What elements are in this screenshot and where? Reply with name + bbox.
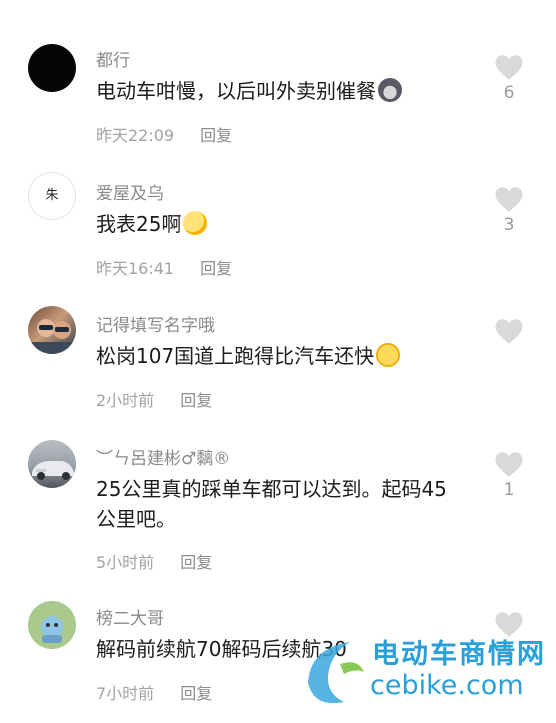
comment-text: 我表25啊: [96, 209, 496, 239]
avatar[interactable]: 朱: [28, 172, 76, 220]
like-count: 3: [503, 215, 515, 235]
watermark-chinese: 电动车商情网: [372, 639, 546, 670]
comment-text: 松岗107国道上跑得比汽车还快: [96, 341, 496, 371]
watermark-domain: cebike.com: [370, 670, 524, 701]
avatar-photo: [28, 319, 76, 354]
comment-time: 5小时前: [96, 553, 155, 572]
heart-icon: [495, 452, 523, 477]
avatar-text: 朱: [45, 188, 59, 203]
comment-username[interactable]: 都行: [96, 46, 130, 71]
like-button[interactable]: 3: [494, 186, 524, 235]
comment-text: 电动车咁慢，以后叫外卖别催餐: [96, 76, 496, 106]
comment-time: 昨天22:09: [96, 126, 175, 145]
reply-button[interactable]: 回复: [180, 549, 212, 573]
heart-icon: [495, 187, 523, 212]
avatar[interactable]: [28, 440, 76, 488]
comment-text: 25公里真的踩单车都可以达到。起码45公里吧。: [96, 477, 447, 531]
comment-meta: 昨天16:41 回复: [96, 255, 232, 279]
reply-button[interactable]: 回复: [200, 122, 232, 146]
comment-time: 7小时前: [96, 684, 155, 703]
comment-username[interactable]: 记得填写名字哦: [96, 311, 215, 336]
comment-time: 昨天16:41: [96, 259, 175, 278]
comment-meta: 2小时前 回复: [96, 387, 212, 411]
avatar[interactable]: [28, 306, 76, 354]
avatar[interactable]: [28, 44, 76, 92]
comment-username[interactable]: 榜二大哥: [96, 604, 164, 629]
heart-icon: [495, 55, 523, 80]
like-count: 1: [503, 480, 515, 500]
reply-button[interactable]: 回复: [180, 387, 212, 411]
reply-button[interactable]: 回复: [200, 255, 232, 279]
rofl-face-emoji: [376, 343, 401, 367]
comment-text-content: 松岗107国道上跑得比汽车还快: [96, 344, 375, 368]
avatar-photo: [32, 461, 74, 480]
like-button[interactable]: 6: [494, 54, 524, 103]
cat-face-emoji: [378, 78, 402, 102]
comment-meta: 7小时前 回复: [96, 680, 212, 704]
cebike-logo-icon: [308, 642, 364, 704]
comment-meta: 昨天22:09 回复: [96, 122, 232, 146]
comment-text-content: 电动车咁慢，以后叫外卖别催餐: [96, 79, 376, 103]
comment-meta: 5小时前 回复: [96, 549, 212, 573]
comment-username[interactable]: ︶ㄣ呂建彬♂黐®: [96, 444, 230, 469]
heart-icon: [495, 319, 523, 344]
like-button[interactable]: 1: [494, 451, 524, 500]
comment-time: 2小时前: [96, 391, 155, 410]
comment-text-content: 我表25啊: [96, 212, 182, 236]
comment-username[interactable]: 爱屋及乌: [96, 179, 164, 204]
watermark: 电动车商情网 cebike.com: [300, 628, 550, 718]
like-count: 6: [503, 83, 515, 103]
like-button[interactable]: [494, 318, 524, 347]
kiss-face-emoji: [183, 211, 208, 235]
reply-button[interactable]: 回复: [180, 680, 212, 704]
avatar-photo: [41, 616, 63, 643]
avatar[interactable]: [28, 601, 76, 649]
